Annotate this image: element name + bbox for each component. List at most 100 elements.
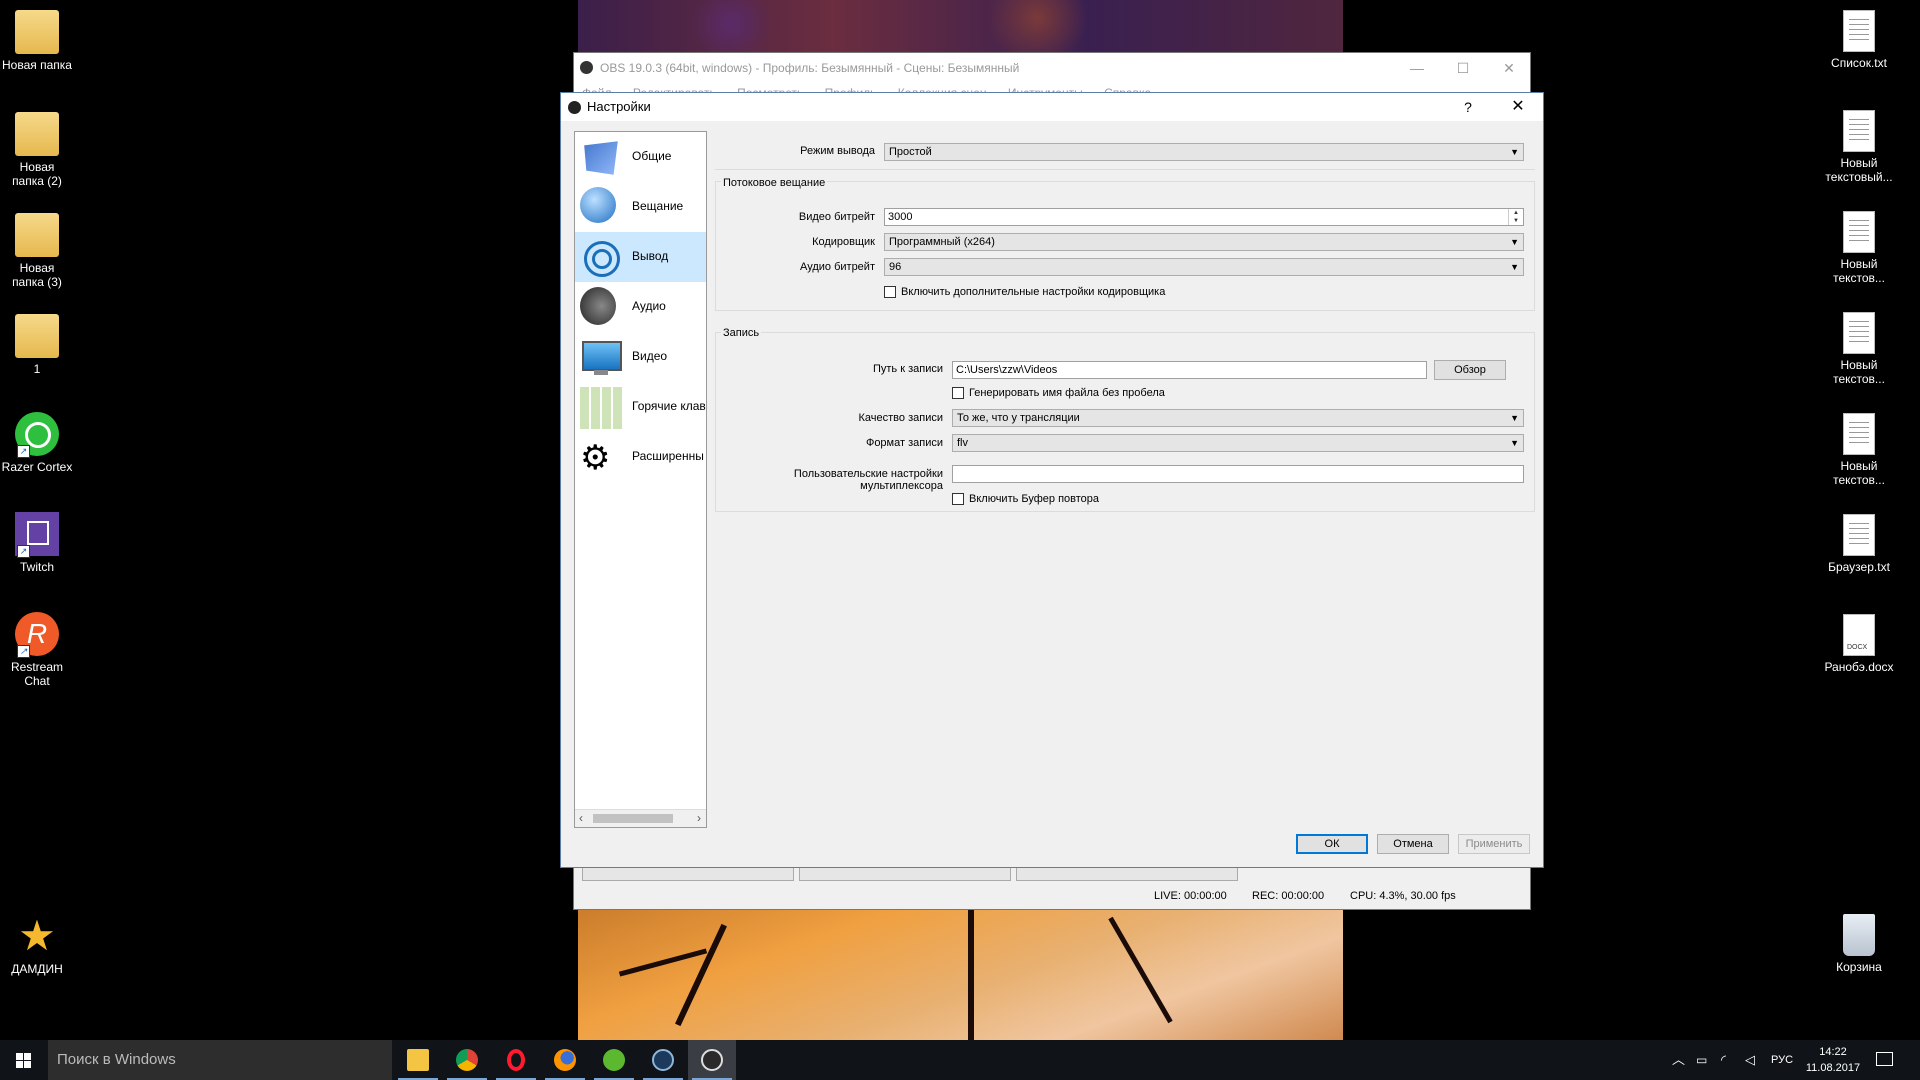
apply-button[interactable]: Применить bbox=[1458, 834, 1530, 854]
input-language[interactable]: РУС bbox=[1771, 1040, 1793, 1080]
audio-bitrate-select[interactable]: 96 ▼ bbox=[884, 258, 1524, 276]
wifi-icon[interactable]: ◜ bbox=[1721, 1040, 1726, 1080]
video-bitrate-input[interactable]: 3000 ▲ ▼ bbox=[884, 208, 1524, 226]
notifications-icon[interactable] bbox=[1876, 1052, 1893, 1066]
desktop-icon-ranobe-docx[interactable]: DOCX Ранобэ.docx bbox=[1816, 614, 1902, 674]
recycle-bin-icon bbox=[1843, 914, 1875, 956]
taskbar-file-explorer[interactable] bbox=[394, 1040, 442, 1080]
record-path-input[interactable]: C:\Users\zzw\Videos bbox=[952, 361, 1427, 379]
encoder-value: Программный (x264) bbox=[889, 236, 995, 248]
taskbar-firefox[interactable] bbox=[541, 1040, 589, 1080]
twitch-icon: ↗ bbox=[15, 512, 59, 558]
desktop-icon-recycle-bin[interactable]: Корзина bbox=[1816, 914, 1902, 974]
show-hidden-icons-icon[interactable]: ︿ bbox=[1672, 1040, 1685, 1080]
taskbar-opera[interactable] bbox=[492, 1040, 540, 1080]
desktop-icon-new-text-4[interactable]: Новый текстов... bbox=[1816, 413, 1902, 487]
record-quality-select[interactable]: То же, что у трансляции ▼ bbox=[952, 409, 1524, 427]
cancel-button[interactable]: Отмена bbox=[1377, 834, 1449, 854]
volume-icon[interactable]: ◁ bbox=[1745, 1040, 1755, 1080]
sidebar-item-audio[interactable]: Аудио bbox=[575, 282, 706, 332]
settings-title-bar[interactable]: Настройки ? ✕ bbox=[561, 93, 1543, 121]
taskbar-search-box[interactable]: Поиск в Windows bbox=[48, 1040, 392, 1080]
desktop-icon-label: ДАМДИН bbox=[11, 962, 63, 976]
taskbar-clock[interactable]: 14:22 11.08.2017 bbox=[1803, 1044, 1863, 1076]
output-mode-select[interactable]: Простой ▼ bbox=[884, 143, 1524, 161]
chrome-icon bbox=[456, 1049, 478, 1071]
sidebar-item-video[interactable]: Видео bbox=[575, 332, 706, 382]
record-format-value: flv bbox=[957, 437, 968, 449]
close-button[interactable]: ✕ bbox=[1503, 93, 1533, 121]
taskbar-obs[interactable] bbox=[688, 1040, 736, 1080]
advanced-encoder-label: Включить дополнительные настройки кодиро… bbox=[901, 286, 1166, 298]
docx-file-icon: DOCX bbox=[1843, 614, 1875, 656]
steam-icon bbox=[652, 1049, 674, 1071]
taskbar-steam[interactable] bbox=[639, 1040, 687, 1080]
desktop-icon-new-text-1[interactable]: Новый текстовый... bbox=[1816, 110, 1902, 184]
desktop-icon-new-folder-3[interactable]: Новая папка (3) bbox=[0, 213, 80, 289]
encoder-select[interactable]: Программный (x264) ▼ bbox=[884, 233, 1524, 251]
desktop-icon-new-folder-2[interactable]: Новая папка (2) bbox=[0, 112, 80, 188]
scroll-left-icon[interactable]: ‹ bbox=[579, 811, 583, 825]
sidebar-item-label: Горячие клав bbox=[632, 399, 706, 413]
desktop-icon-spisok-txt[interactable]: Список.txt bbox=[1816, 10, 1902, 70]
taskbar-utorrent[interactable] bbox=[590, 1040, 638, 1080]
muxer-settings-input[interactable] bbox=[952, 465, 1524, 483]
desktop-icon-label: Список.txt bbox=[1831, 56, 1887, 70]
spin-buttons[interactable]: ▲ ▼ bbox=[1508, 209, 1523, 225]
desktop-icon-label: Новая папка bbox=[2, 58, 72, 72]
obs-title-bar[interactable]: OBS 19.0.3 (64bit, windows) - Профиль: Б… bbox=[574, 53, 1530, 83]
settings-dialog[interactable]: Настройки ? ✕ Общие Вещание Вывод Аудио bbox=[560, 92, 1544, 868]
desktop-icon-label: Новый текстовый... bbox=[1825, 156, 1893, 184]
replay-buffer-label: Включить Буфер повтора bbox=[969, 493, 1100, 505]
sidebar-item-label: Видео bbox=[632, 349, 668, 363]
recording-group-title: Запись bbox=[721, 327, 762, 339]
record-quality-label: Качество записи bbox=[858, 412, 943, 424]
sidebar-item-stream[interactable]: Вещание bbox=[575, 182, 706, 232]
start-button[interactable] bbox=[0, 1040, 48, 1080]
video-bitrate-value: 3000 bbox=[888, 211, 913, 223]
sidebar-item-advanced[interactable]: ⚙ Расширенны bbox=[575, 432, 706, 482]
desktop-icon-new-text-3[interactable]: Новый текстов... bbox=[1816, 312, 1902, 386]
sidebar-item-output[interactable]: Вывод bbox=[575, 232, 706, 282]
maximize-button[interactable]: ☐ bbox=[1440, 53, 1486, 83]
battery-icon[interactable]: ▭ bbox=[1696, 1040, 1707, 1080]
close-button[interactable]: ✕ bbox=[1486, 53, 1532, 83]
desktop-icon-twitch[interactable]: ↗ Twitch bbox=[0, 512, 80, 574]
desktop-icon-label: Браузер.txt bbox=[1828, 560, 1890, 574]
desktop-icon-new-folder[interactable]: Новая папка bbox=[0, 10, 80, 72]
ok-button[interactable]: ОК bbox=[1296, 834, 1368, 854]
sidebar-item-general[interactable]: Общие bbox=[575, 132, 706, 182]
minimize-button[interactable]: — bbox=[1394, 53, 1440, 83]
scroll-right-icon[interactable]: › bbox=[697, 811, 701, 825]
replay-buffer-checkbox[interactable] bbox=[952, 493, 964, 505]
desktop-icon-razer-cortex[interactable]: ↗ Razer Cortex bbox=[0, 412, 80, 474]
text-file-icon bbox=[1843, 514, 1875, 556]
desktop-icon-label: 1 bbox=[33, 362, 41, 376]
record-format-select[interactable]: flv ▼ bbox=[952, 434, 1524, 452]
desktop-icon-new-text-2[interactable]: Новый текстов... bbox=[1816, 211, 1902, 285]
desktop-icon-browser-txt[interactable]: Браузер.txt bbox=[1816, 514, 1902, 574]
no-space-filename-checkbox[interactable] bbox=[952, 387, 964, 399]
help-button[interactable]: ? bbox=[1453, 93, 1483, 121]
scrollbar-thumb[interactable] bbox=[593, 814, 673, 823]
wallpaper-bottom-art bbox=[578, 900, 1343, 1040]
desktop-icon-restream-chat[interactable]: R ↗ Restream Chat bbox=[0, 612, 80, 688]
desktop-icon-folder-1[interactable]: 1 bbox=[0, 314, 80, 376]
obs-status-bar: LIVE: 00:00:00 REC: 00:00:00 CPU: 4.3%, … bbox=[574, 883, 1530, 909]
taskbar-chrome[interactable] bbox=[443, 1040, 491, 1080]
desktop-icon-label: Ранобэ.docx bbox=[1824, 660, 1894, 674]
advanced-encoder-checkbox[interactable] bbox=[884, 286, 896, 298]
record-format-label: Формат записи bbox=[865, 437, 943, 449]
sidebar-item-label: Расширенны bbox=[632, 449, 704, 463]
desktop-icon-damdin[interactable]: ★ ДАМДИН bbox=[0, 914, 80, 977]
opera-icon bbox=[507, 1049, 525, 1071]
sidebar-item-hotkeys[interactable]: Горячие клав bbox=[575, 382, 706, 432]
docx-badge: DOCX bbox=[1847, 644, 1868, 651]
video-icon bbox=[580, 337, 622, 379]
windows-logo-icon bbox=[16, 1053, 31, 1068]
browse-button[interactable]: Обзор bbox=[1434, 360, 1506, 380]
settings-title: Настройки bbox=[587, 99, 651, 114]
sidebar-horizontal-scrollbar[interactable]: ‹ › bbox=[575, 809, 706, 827]
desktop-icon-label: Корзина bbox=[1836, 960, 1882, 974]
output-mode-label: Режим вывода bbox=[800, 145, 875, 157]
